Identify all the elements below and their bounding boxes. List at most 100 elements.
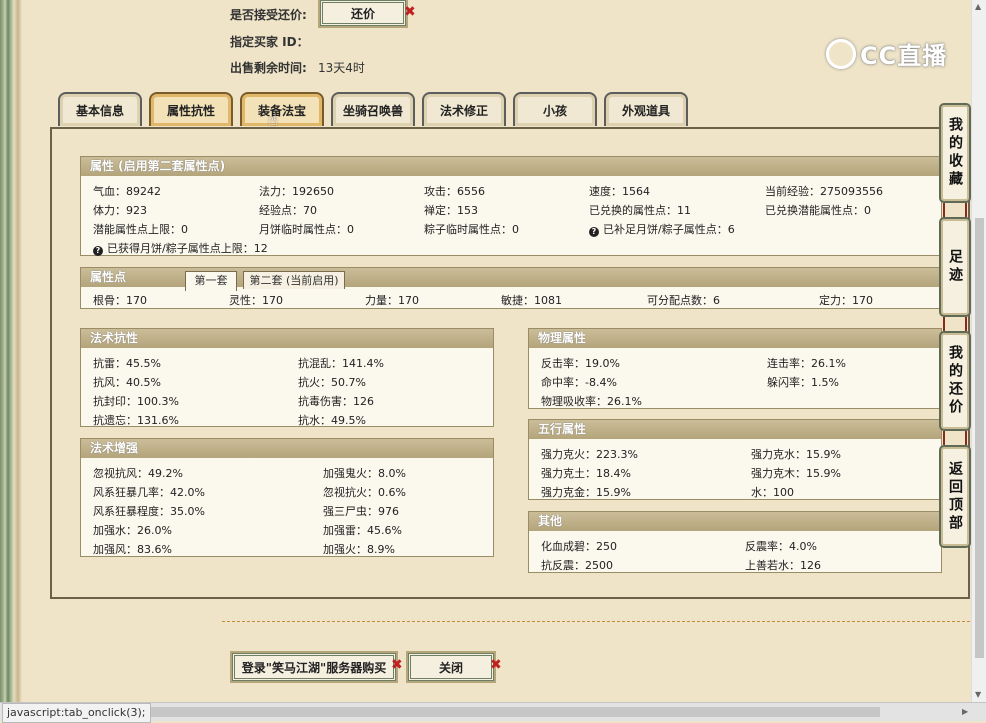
boost-item: 忽视抗风：49.2%: [93, 467, 183, 480]
attr-points-cap-text: 已获得月饼/粽子属性点上限：12: [107, 242, 268, 255]
physical-item: 物理吸收率：26.1%: [541, 395, 642, 408]
physical-box: 物理属性 反击率：19.0% 命中率：-8.4% 物理吸收率：26.1% 连击率…: [528, 328, 942, 409]
attr-potential-cap: 潜能属性点上限：0: [93, 223, 188, 236]
help-icon[interactable]: ?: [93, 246, 103, 256]
back-to-top-button[interactable]: 返回顶部: [939, 445, 971, 548]
physical-title: 物理属性: [529, 329, 941, 348]
physical-item: 命中率：-8.4%: [541, 376, 617, 389]
remaining-time-label: 出售剩余时间:: [230, 61, 307, 75]
attr-stamina: 体力：923: [93, 204, 147, 217]
element-item: 强力克金：15.9%: [541, 486, 631, 499]
resist-item: 抗混乱：141.4%: [298, 357, 384, 370]
attr-meditation: 禅定：153: [424, 204, 478, 217]
back-top-label: 返回顶部: [947, 460, 963, 533]
tab-mounts-summons[interactable]: 坐骑召唤兽: [331, 92, 415, 126]
resist-item: 抗遗忘：131.6%: [93, 414, 179, 427]
resist-item: 抗水：49.5%: [298, 414, 366, 427]
subtab-second-set[interactable]: 第二套 (当前启用): [243, 271, 345, 289]
elements-box: 五行属性 强力克火：223.3% 强力克土：18.4% 强力克金：15.9% 强…: [528, 419, 942, 500]
physical-item: 躲闪率：1.5%: [767, 376, 839, 389]
my-offers-button[interactable]: 我的还价: [939, 331, 971, 431]
buyer-id-label: 指定买家 ID：: [230, 35, 309, 49]
attr-exchanged-points: 已兑换的属性点：11: [589, 204, 691, 217]
ap-spirit: 灵性：170: [229, 294, 283, 307]
ap-focus: 定力：170: [819, 294, 873, 307]
side-connector: [943, 203, 967, 217]
boost-item: 忽视抗火：0.6%: [323, 486, 406, 499]
resist-item: 抗火：50.7%: [298, 376, 366, 389]
footprints-label: 足迹: [947, 249, 963, 285]
footprints-button[interactable]: 足迹: [939, 217, 971, 317]
ap-agility: 敏捷：1081: [501, 294, 562, 307]
vertical-scrollbar[interactable]: ▲ ▼: [971, 0, 986, 702]
close-x-icon: ✖: [404, 4, 416, 20]
attr-hp: 气血：89242: [93, 185, 161, 198]
attr-zongzi-temp: 粽子临时属性点：0: [424, 223, 519, 236]
scroll-up-icon[interactable]: ▲: [975, 2, 981, 11]
close-button[interactable]: 关闭: [406, 651, 496, 683]
attr-filled-points-text: 已补足月饼/粽子属性点：6: [603, 223, 735, 236]
ap-strength: 力量：170: [365, 294, 419, 307]
favorites-label: 我的收藏: [947, 117, 963, 189]
other-item: 反震率：4.0%: [745, 540, 817, 553]
accept-counteroffer-label: 是否接受还价:: [230, 8, 307, 22]
side-connector: [943, 317, 967, 331]
attr-attack: 攻击：6556: [424, 185, 485, 198]
other-item: 化血成碧：250: [541, 540, 617, 553]
subtab-first-set[interactable]: 第一套: [185, 271, 237, 291]
my-favorites-button[interactable]: 我的收藏: [939, 103, 971, 203]
counteroffer-button[interactable]: 还价: [318, 0, 408, 28]
logo-text: CC直播: [860, 42, 948, 70]
boost-item: 加强鬼火：8.0%: [323, 467, 406, 480]
spell-boost-box: 法术增强 忽视抗风：49.2% 风系狂暴几率：42.0% 风系狂暴程度：35.0…: [80, 438, 494, 557]
side-connector: [943, 431, 967, 445]
cc-logo-icon: [826, 38, 856, 69]
help-icon[interactable]: ?: [589, 227, 599, 237]
element-item: 强力克火：223.3%: [541, 448, 638, 461]
scroll-right-icon[interactable]: ▶: [962, 707, 968, 716]
status-bar: ▶ javascript:tab_onclick(3);: [0, 702, 986, 723]
attr-speed: 速度：1564: [589, 185, 650, 198]
offers-label: 我的还价: [947, 345, 963, 417]
vertical-scroll-thumb[interactable]: [975, 218, 984, 658]
spell-resist-title: 法术抗性: [81, 329, 493, 348]
ap-assignable: 可分配点数：6: [647, 294, 720, 307]
resist-item: 抗封印：100.3%: [93, 395, 179, 408]
attr-filled-points: ? 已补足月饼/粽子属性点：6: [589, 221, 735, 237]
attr-mooncake-temp: 月饼临时属性点：0: [259, 223, 354, 236]
horizontal-scroll-thumb[interactable]: [140, 707, 880, 717]
left-decorative-border: [0, 0, 22, 720]
tab-equipment[interactable]: 装备法宝: [240, 92, 324, 126]
resist-item: 抗毒伤害：126: [298, 395, 374, 408]
spell-boost-title: 法术增强: [81, 439, 493, 458]
boost-item: 风系狂暴几率：42.0%: [93, 486, 205, 499]
attr-exchanged-potential: 已兑换潜能属性点：0: [765, 204, 871, 217]
tab-attribute-resist[interactable]: 属性抗性: [149, 92, 233, 126]
physical-item: 连击率：26.1%: [767, 357, 846, 370]
tab-child[interactable]: 小孩: [513, 92, 597, 126]
close-x-icon: ✖: [391, 657, 403, 673]
divider-line: [222, 621, 970, 622]
elements-title: 五行属性: [529, 420, 941, 439]
tab-basic-info[interactable]: 基本信息: [58, 92, 142, 126]
boost-item: 加强水：26.0%: [93, 524, 172, 537]
element-item: 强力克木：15.9%: [751, 467, 841, 480]
remaining-time-value: 13天4时: [318, 61, 365, 75]
tab-appearance-items[interactable]: 外观道具: [604, 92, 688, 126]
scroll-down-icon[interactable]: ▼: [975, 690, 981, 699]
login-buy-button[interactable]: 登录"笑马江湖"服务器购买: [230, 651, 398, 683]
status-bar-text: javascript:tab_onclick(3);: [2, 703, 151, 723]
attr-mp: 法力：192650: [259, 185, 334, 198]
boost-item: 加强风：83.6%: [93, 543, 172, 556]
ap-constitution: 根骨：170: [93, 294, 147, 307]
attributes-title: 属性 (启用第二套属性点): [81, 157, 941, 176]
boost-item: 风系狂暴程度：35.0%: [93, 505, 205, 518]
tab-spell-correction[interactable]: 法术修正: [422, 92, 506, 126]
boost-item: 强三尸虫：976: [323, 505, 399, 518]
other-item: 抗反震：2500: [541, 559, 613, 572]
spell-resist-box: 法术抗性 抗雷：45.5% 抗风：40.5% 抗封印：100.3% 抗遗忘：13…: [80, 328, 494, 427]
boost-item: 加强雷：45.6%: [323, 524, 402, 537]
element-item: 水：100: [751, 486, 794, 499]
resist-item: 抗风：40.5%: [93, 376, 161, 389]
attribute-points-box: 属性点 第一套 第二套 (当前启用) 根骨：170 灵性：170 力量：170 …: [80, 267, 942, 309]
